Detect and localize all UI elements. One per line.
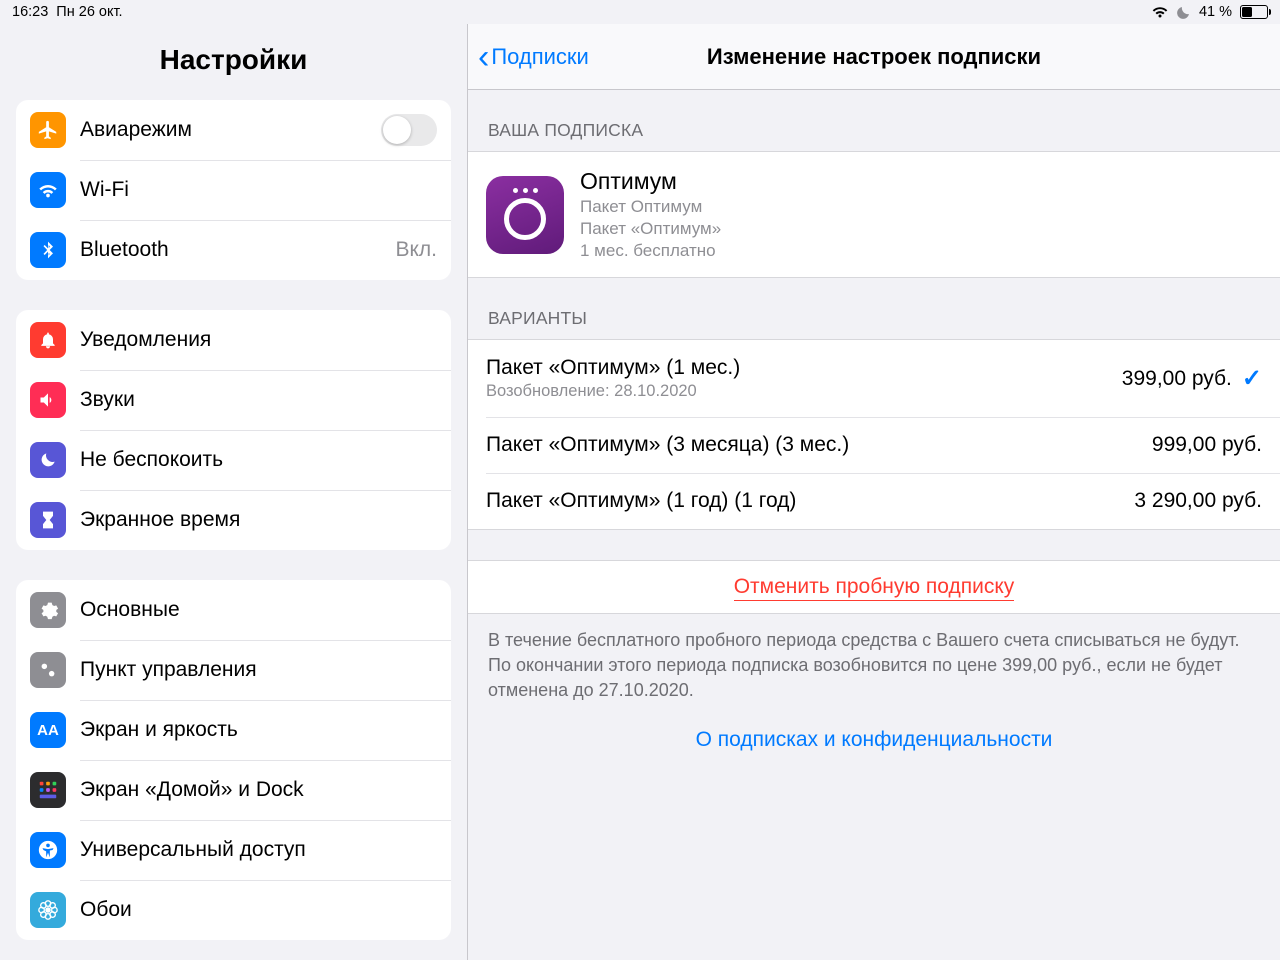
- sidebar-item-access[interactable]: Универсальный доступ: [16, 820, 451, 880]
- subscription-name: Оптимум: [580, 168, 721, 195]
- settings-sidebar: Настройки Авиарежим Wi-Fi Bluetooth Вкл. Уве…: [0, 24, 468, 960]
- sidebar-item-label: Уведомления: [80, 328, 211, 352]
- privacy-link[interactable]: О подписках и конфиденциальности: [696, 728, 1053, 751]
- status-time: 16:23: [12, 4, 48, 20]
- sidebar-item-hourglass[interactable]: Экранное время: [16, 490, 451, 550]
- status-date: Пн 26 окт.: [56, 4, 122, 20]
- section-your-subscription: ВАША ПОДПИСКА: [468, 90, 1280, 151]
- sidebar-item-detail: Вкл.: [395, 238, 437, 262]
- wifi-icon: [30, 172, 66, 208]
- subscription-line2: Пакет «Оптимум»: [580, 219, 721, 239]
- option-row[interactable]: Пакет «Оптимум» (1 год) (1 год) 3 290,00 …: [468, 473, 1280, 529]
- sidebar-item-label: Звуки: [80, 388, 135, 412]
- option-title: Пакет «Оптимум» (1 год) (1 год): [486, 489, 796, 513]
- option-price: 399,00 руб.: [1122, 367, 1232, 391]
- status-bar: 16:23 Пн 26 окт. 41 %: [0, 0, 1280, 24]
- subscription-row[interactable]: Оптимум Пакет Оптимум Пакет «Оптимум» 1 …: [468, 152, 1280, 277]
- bell-icon: [30, 322, 66, 358]
- sidebar-item-wifi[interactable]: Wi-Fi: [16, 160, 451, 220]
- subscription-line1: Пакет Оптимум: [580, 197, 721, 217]
- airplane-toggle[interactable]: [381, 114, 437, 146]
- sidebar-item-grid[interactable]: Экран «Домой» и Dock: [16, 760, 451, 820]
- access-icon: [30, 832, 66, 868]
- gear-icon: [30, 592, 66, 628]
- sidebar-item-label: Основные: [80, 598, 180, 622]
- subscription-line3: 1 мес. бесплатно: [580, 241, 721, 261]
- moon-icon: [1177, 5, 1191, 19]
- option-title: Пакет «Оптимум» (3 месяца) (3 мес.): [486, 433, 849, 457]
- content-pane: ‹ Подписки Изменение настроек подписки В…: [468, 24, 1280, 960]
- page-title: Изменение настроек подписки: [468, 44, 1280, 70]
- sidebar-item-speaker[interactable]: Звуки: [16, 370, 451, 430]
- sidebar-item-flower[interactable]: Обои: [16, 880, 451, 940]
- sidebar-item-label: Bluetooth: [80, 238, 169, 262]
- option-title: Пакет «Оптимум» (1 мес.): [486, 356, 740, 380]
- sidebar-item-label: Обои: [80, 898, 132, 922]
- sidebar-item-label: Wi-Fi: [80, 178, 129, 202]
- nav-bar: ‹ Подписки Изменение настроек подписки: [468, 24, 1280, 90]
- checkmark-icon: ✓: [1242, 364, 1262, 393]
- sidebar-item-bell[interactable]: Уведомления: [16, 310, 451, 370]
- sidebar-item-aa[interactable]: AA Экран и яркость: [16, 700, 451, 760]
- sidebar-item-gear[interactable]: Основные: [16, 580, 451, 640]
- sidebar-item-sliders[interactable]: Пункт управления: [16, 640, 451, 700]
- back-button[interactable]: ‹ Подписки: [468, 40, 589, 74]
- sidebar-item-label: Авиарежим: [80, 118, 192, 142]
- sidebar-item-label: Универсальный доступ: [80, 838, 306, 862]
- sidebar-item-label: Не беспокоить: [80, 448, 223, 472]
- option-price: 3 290,00 руб.: [1134, 489, 1262, 513]
- sidebar-item-moon[interactable]: Не беспокоить: [16, 430, 451, 490]
- battery-icon: [1240, 5, 1268, 19]
- flower-icon: [30, 892, 66, 928]
- hourglass-icon: [30, 502, 66, 538]
- moon-icon: [30, 442, 66, 478]
- sidebar-item-label: Экран и яркость: [80, 718, 238, 742]
- sidebar-item-label: Пункт управления: [80, 658, 257, 682]
- option-subtitle: Возобновление: 28.10.2020: [486, 382, 740, 401]
- sliders-icon: [30, 652, 66, 688]
- airplane-icon: [30, 112, 66, 148]
- aa-icon: AA: [30, 712, 66, 748]
- cancel-panel: Отменить пробную подписку: [468, 560, 1280, 614]
- back-label: Подписки: [491, 44, 589, 70]
- subscription-panel: Оптимум Пакет Оптимум Пакет «Оптимум» 1 …: [468, 151, 1280, 278]
- sidebar-title: Настройки: [0, 24, 467, 100]
- cancel-trial-button[interactable]: Отменить пробную подписку: [734, 575, 1015, 601]
- chevron-left-icon: ‹: [478, 40, 489, 74]
- option-price: 999,00 руб.: [1152, 433, 1262, 457]
- option-row[interactable]: Пакет «Оптимум» (3 месяца) (3 мес.) 999,0…: [468, 417, 1280, 473]
- sidebar-item-airplane[interactable]: Авиарежим: [16, 100, 451, 160]
- sidebar-item-label: Экранное время: [80, 508, 240, 532]
- grid-icon: [30, 772, 66, 808]
- sidebar-item-bluetooth[interactable]: Bluetooth Вкл.: [16, 220, 451, 280]
- wifi-icon: [1151, 5, 1169, 19]
- battery-pct: 41 %: [1199, 4, 1232, 20]
- section-options: ВАРИАНТЫ: [468, 278, 1280, 339]
- option-row[interactable]: Пакет «Оптимум» (1 мес.) Возобновление: 2…: [468, 340, 1280, 417]
- app-icon: [486, 176, 564, 254]
- options-panel: Пакет «Оптимум» (1 мес.) Возобновление: 2…: [468, 339, 1280, 530]
- bluetooth-icon: [30, 232, 66, 268]
- sidebar-item-label: Экран «Домой» и Dock: [80, 778, 304, 802]
- speaker-icon: [30, 382, 66, 418]
- footer-note: В течение бесплатного пробного периода с…: [468, 614, 1280, 704]
